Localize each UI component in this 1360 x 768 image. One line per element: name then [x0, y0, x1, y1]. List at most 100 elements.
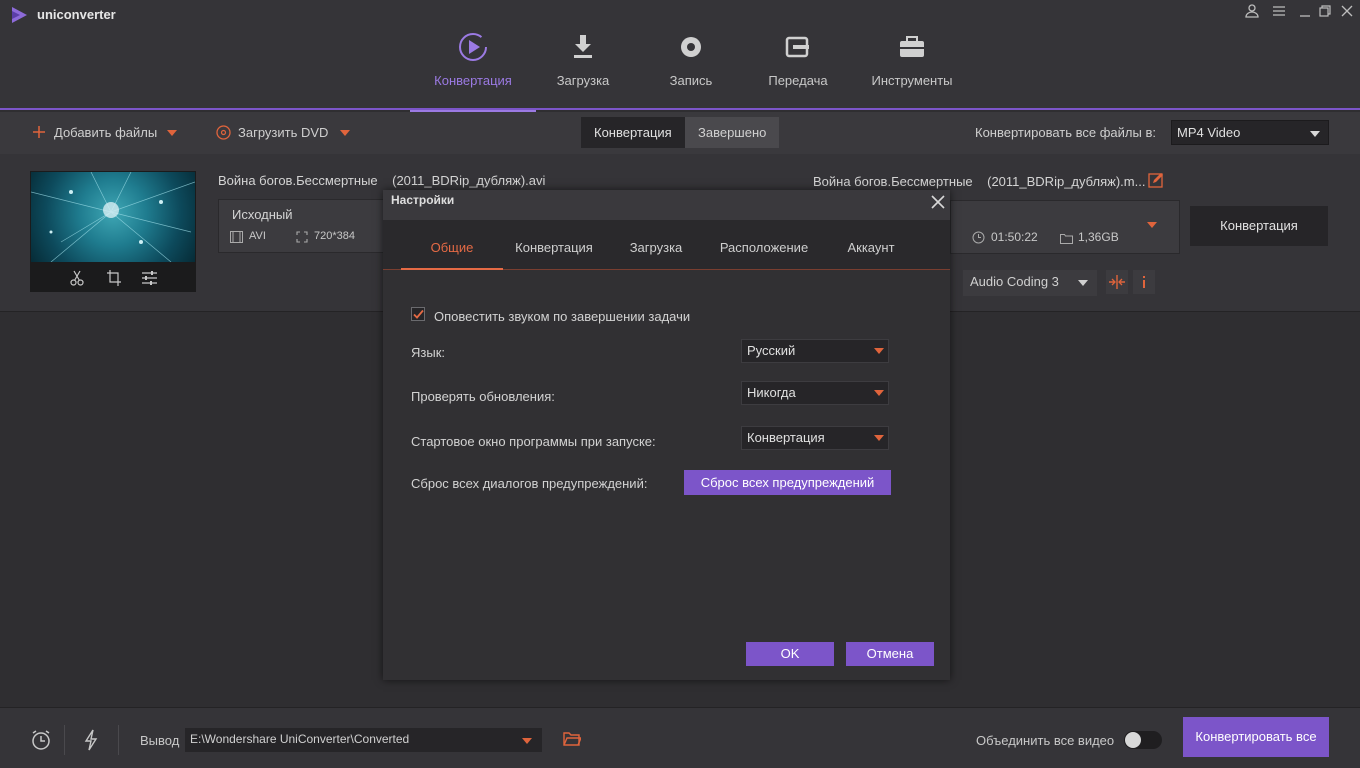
chevron-down-icon	[874, 348, 884, 354]
divider	[118, 725, 119, 755]
plus-icon	[32, 125, 46, 139]
tab-location[interactable]: Расположение	[709, 220, 819, 269]
minimize-icon[interactable]	[1297, 4, 1313, 20]
source-file-name: Война богов.Бессмертные (2011_BDRip_дубл…	[218, 173, 545, 188]
app-logo-icon	[12, 7, 27, 23]
tab-converting[interactable]: Конвертация	[581, 117, 685, 148]
output-path: E:\Wondershare UniConverter\Converted	[190, 732, 410, 746]
nav-label: Конвертация	[434, 73, 512, 88]
updates-label: Проверять обновления:	[411, 389, 555, 404]
toolbox-icon	[900, 36, 924, 57]
chevron-down-icon	[874, 390, 884, 396]
cancel-button[interactable]: Отмена	[846, 642, 934, 666]
language-value: Русский	[747, 343, 796, 358]
language-select[interactable]: Русский	[741, 339, 889, 363]
alarm-clock-icon[interactable]	[30, 729, 52, 751]
lightning-icon[interactable]	[82, 729, 100, 751]
video-thumbnail[interactable]	[31, 172, 195, 262]
toggle-knob	[1125, 732, 1141, 748]
format-select[interactable]: MP4 Video	[1171, 120, 1329, 145]
nav-label: Инструменты	[871, 73, 953, 88]
convert-icon	[459, 33, 487, 61]
target-duration: 01:50:22	[991, 230, 1038, 244]
updates-value: Никогда	[747, 385, 796, 400]
chevron-down-icon	[1147, 222, 1157, 228]
open-folder-icon[interactable]	[563, 731, 583, 747]
maximize-icon[interactable]	[1317, 4, 1333, 20]
resolution-icon	[296, 231, 308, 243]
nav-record[interactable]: Запись	[636, 30, 746, 110]
dvd-icon	[216, 125, 231, 140]
convert-all-to-label: Конвертировать все файлы в:	[975, 125, 1156, 140]
edit-icon[interactable]	[1148, 172, 1164, 188]
nav-label: Загрузка	[556, 73, 610, 88]
output-label: Вывод	[140, 733, 180, 748]
add-files-button[interactable]: Добавить файлы	[54, 125, 157, 140]
merge-videos-label: Объединить все видео	[976, 733, 1115, 748]
target-title: Война богов.Бессмертные	[813, 174, 973, 189]
transfer-icon	[785, 36, 809, 58]
settings-dialog: Настройки Общие Конвертация Загрузка Рас…	[383, 190, 950, 680]
notify-checkbox[interactable]	[411, 307, 426, 322]
dialog-tabs: Общие Конвертация Загрузка Расположение …	[383, 220, 950, 270]
nav-convert[interactable]: Конвертация	[410, 30, 536, 112]
format-value: MP4 Video	[1177, 125, 1241, 140]
info-icon[interactable]	[1133, 270, 1155, 294]
download-icon	[574, 35, 592, 58]
checkmark-icon	[413, 309, 424, 319]
dialog-title: Настройки	[391, 193, 455, 207]
ok-button[interactable]: OK	[746, 642, 834, 666]
crop-icon[interactable]	[107, 270, 121, 286]
output-path-select[interactable]: E:\Wondershare UniConverter\Converted	[185, 728, 542, 752]
startup-select[interactable]: Конвертация	[741, 426, 889, 450]
film-icon	[230, 231, 243, 243]
target-size: 1,36GB	[1078, 230, 1119, 244]
load-dvd-button[interactable]: Загрузить DVD	[238, 125, 328, 140]
startup-value: Конвертация	[747, 430, 825, 445]
chevron-down-icon	[522, 738, 532, 744]
account-icon[interactable]	[1244, 4, 1260, 20]
startup-label: Стартовое окно программы при запуске:	[411, 434, 656, 449]
convert-all-button[interactable]: Конвертировать все	[1183, 717, 1329, 757]
nav-transfer[interactable]: Передача	[743, 30, 853, 110]
tab-account[interactable]: Аккаунт	[829, 220, 913, 269]
chevron-down-icon	[1310, 131, 1320, 137]
audio-track-select[interactable]: Audio Coding 3	[963, 270, 1097, 296]
tab-general[interactable]: Общие	[401, 220, 503, 270]
source-label: Исходный	[232, 207, 293, 222]
reset-label: Сброс всех диалогов предупреждений:	[411, 476, 648, 491]
record-icon	[681, 37, 701, 57]
reset-warnings-button[interactable]: Сброс всех предупреждений	[684, 470, 891, 495]
tab-download[interactable]: Загрузка	[611, 220, 701, 269]
source-format: AVI	[249, 230, 266, 242]
close-window-icon[interactable]	[1339, 4, 1355, 20]
target-options-dropdown[interactable]	[1140, 212, 1164, 238]
target-file-name: Война богов.Бессмертные (2011_BDRip_дубл…	[813, 174, 1145, 189]
nav-label: Запись	[669, 73, 713, 88]
menu-icon[interactable]	[1271, 4, 1287, 20]
merge-videos-toggle[interactable]	[1124, 731, 1162, 749]
tab-conversion[interactable]: Конвертация	[505, 220, 603, 269]
app-name: uniconverter	[37, 7, 116, 22]
chevron-down-icon	[1078, 280, 1088, 286]
chevron-down-icon[interactable]	[340, 130, 350, 136]
target-suffix: (2011_BDRip_дубляж).m...	[987, 174, 1146, 189]
source-resolution: 720*384	[314, 230, 355, 242]
folder-icon	[1060, 232, 1073, 244]
nav-tools[interactable]: Инструменты	[857, 30, 967, 110]
chevron-down-icon	[874, 435, 884, 441]
language-label: Язык:	[411, 345, 445, 360]
convert-file-button[interactable]: Конвертация	[1190, 206, 1328, 246]
scissors-icon[interactable]	[70, 270, 84, 286]
clock-icon	[972, 231, 985, 244]
tab-finished[interactable]: Завершено	[685, 117, 780, 148]
audio-track-value: Audio Coding 3	[970, 274, 1059, 289]
divider	[64, 725, 65, 755]
merge-audio-icon[interactable]	[1106, 270, 1128, 294]
updates-select[interactable]: Никогда	[741, 381, 889, 405]
nav-download[interactable]: Загрузка	[528, 30, 638, 110]
chevron-down-icon[interactable]	[167, 130, 177, 136]
nav-label: Передача	[768, 73, 828, 88]
effects-sliders-icon[interactable]	[142, 270, 157, 285]
close-icon[interactable]	[931, 195, 945, 209]
